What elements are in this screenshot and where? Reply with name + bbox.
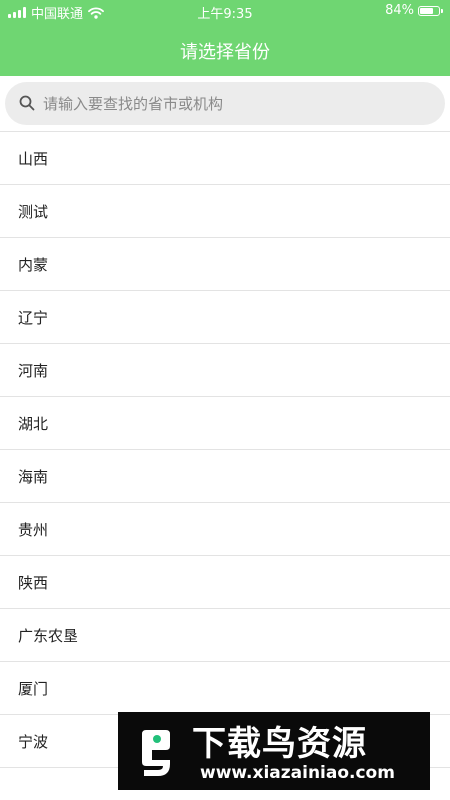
province-list: 山西测试内蒙辽宁河南湖北海南贵州陕西广东农垦厦门宁波	[0, 131, 450, 768]
search-area	[0, 76, 450, 131]
list-item[interactable]: 湖北	[0, 397, 450, 450]
province-label: 海南	[18, 467, 49, 486]
status-right: 84%	[385, 3, 443, 18]
search-icon	[19, 95, 35, 111]
list-item[interactable]: 海南	[0, 450, 450, 503]
list-item[interactable]: 山西	[0, 132, 450, 185]
province-label: 贵州	[18, 520, 49, 539]
province-label: 测试	[18, 202, 49, 221]
watermark-url: www.xiazainiao.com	[200, 763, 395, 783]
bird-logo	[142, 730, 170, 776]
province-label: 宁波	[18, 732, 49, 751]
list-item[interactable]: 贵州	[0, 503, 450, 556]
list-item[interactable]: 内蒙	[0, 238, 450, 291]
province-label: 陕西	[18, 573, 49, 592]
province-label: 山西	[18, 149, 49, 168]
battery-icon	[418, 5, 443, 16]
status-time: 上午9:35	[197, 7, 253, 22]
app-screen: 中国联通 上午9:35 84% 请选择省份 山西测试内蒙辽	[0, 0, 450, 800]
battery-tip	[441, 8, 443, 13]
search-input[interactable]	[43, 82, 433, 125]
list-item[interactable]: 河南	[0, 344, 450, 397]
watermark-title: 下载鸟资源	[192, 724, 367, 764]
battery-fill	[420, 7, 434, 14]
battery-percent: 84%	[385, 3, 414, 18]
province-label: 辽宁	[18, 308, 49, 327]
list-item[interactable]: 辽宁	[0, 291, 450, 344]
list-item[interactable]: 厦门	[0, 662, 450, 715]
nav-bar: 请选择省份	[0, 24, 450, 76]
province-label: 河南	[18, 361, 49, 380]
search-box[interactable]	[5, 82, 445, 125]
province-label: 厦门	[18, 679, 49, 698]
province-label: 广东农垦	[18, 626, 79, 645]
list-item[interactable]: 广东农垦	[0, 609, 450, 662]
page-title: 请选择省份	[180, 42, 270, 63]
watermark-banner: 下载鸟资源 www.xiazainiao.com	[118, 712, 430, 790]
province-label: 湖北	[18, 414, 49, 433]
province-label: 内蒙	[18, 255, 49, 274]
list-item[interactable]: 测试	[0, 185, 450, 238]
list-item[interactable]: 陕西	[0, 556, 450, 609]
status-bar: 中国联通 上午9:35 84%	[0, 0, 450, 24]
